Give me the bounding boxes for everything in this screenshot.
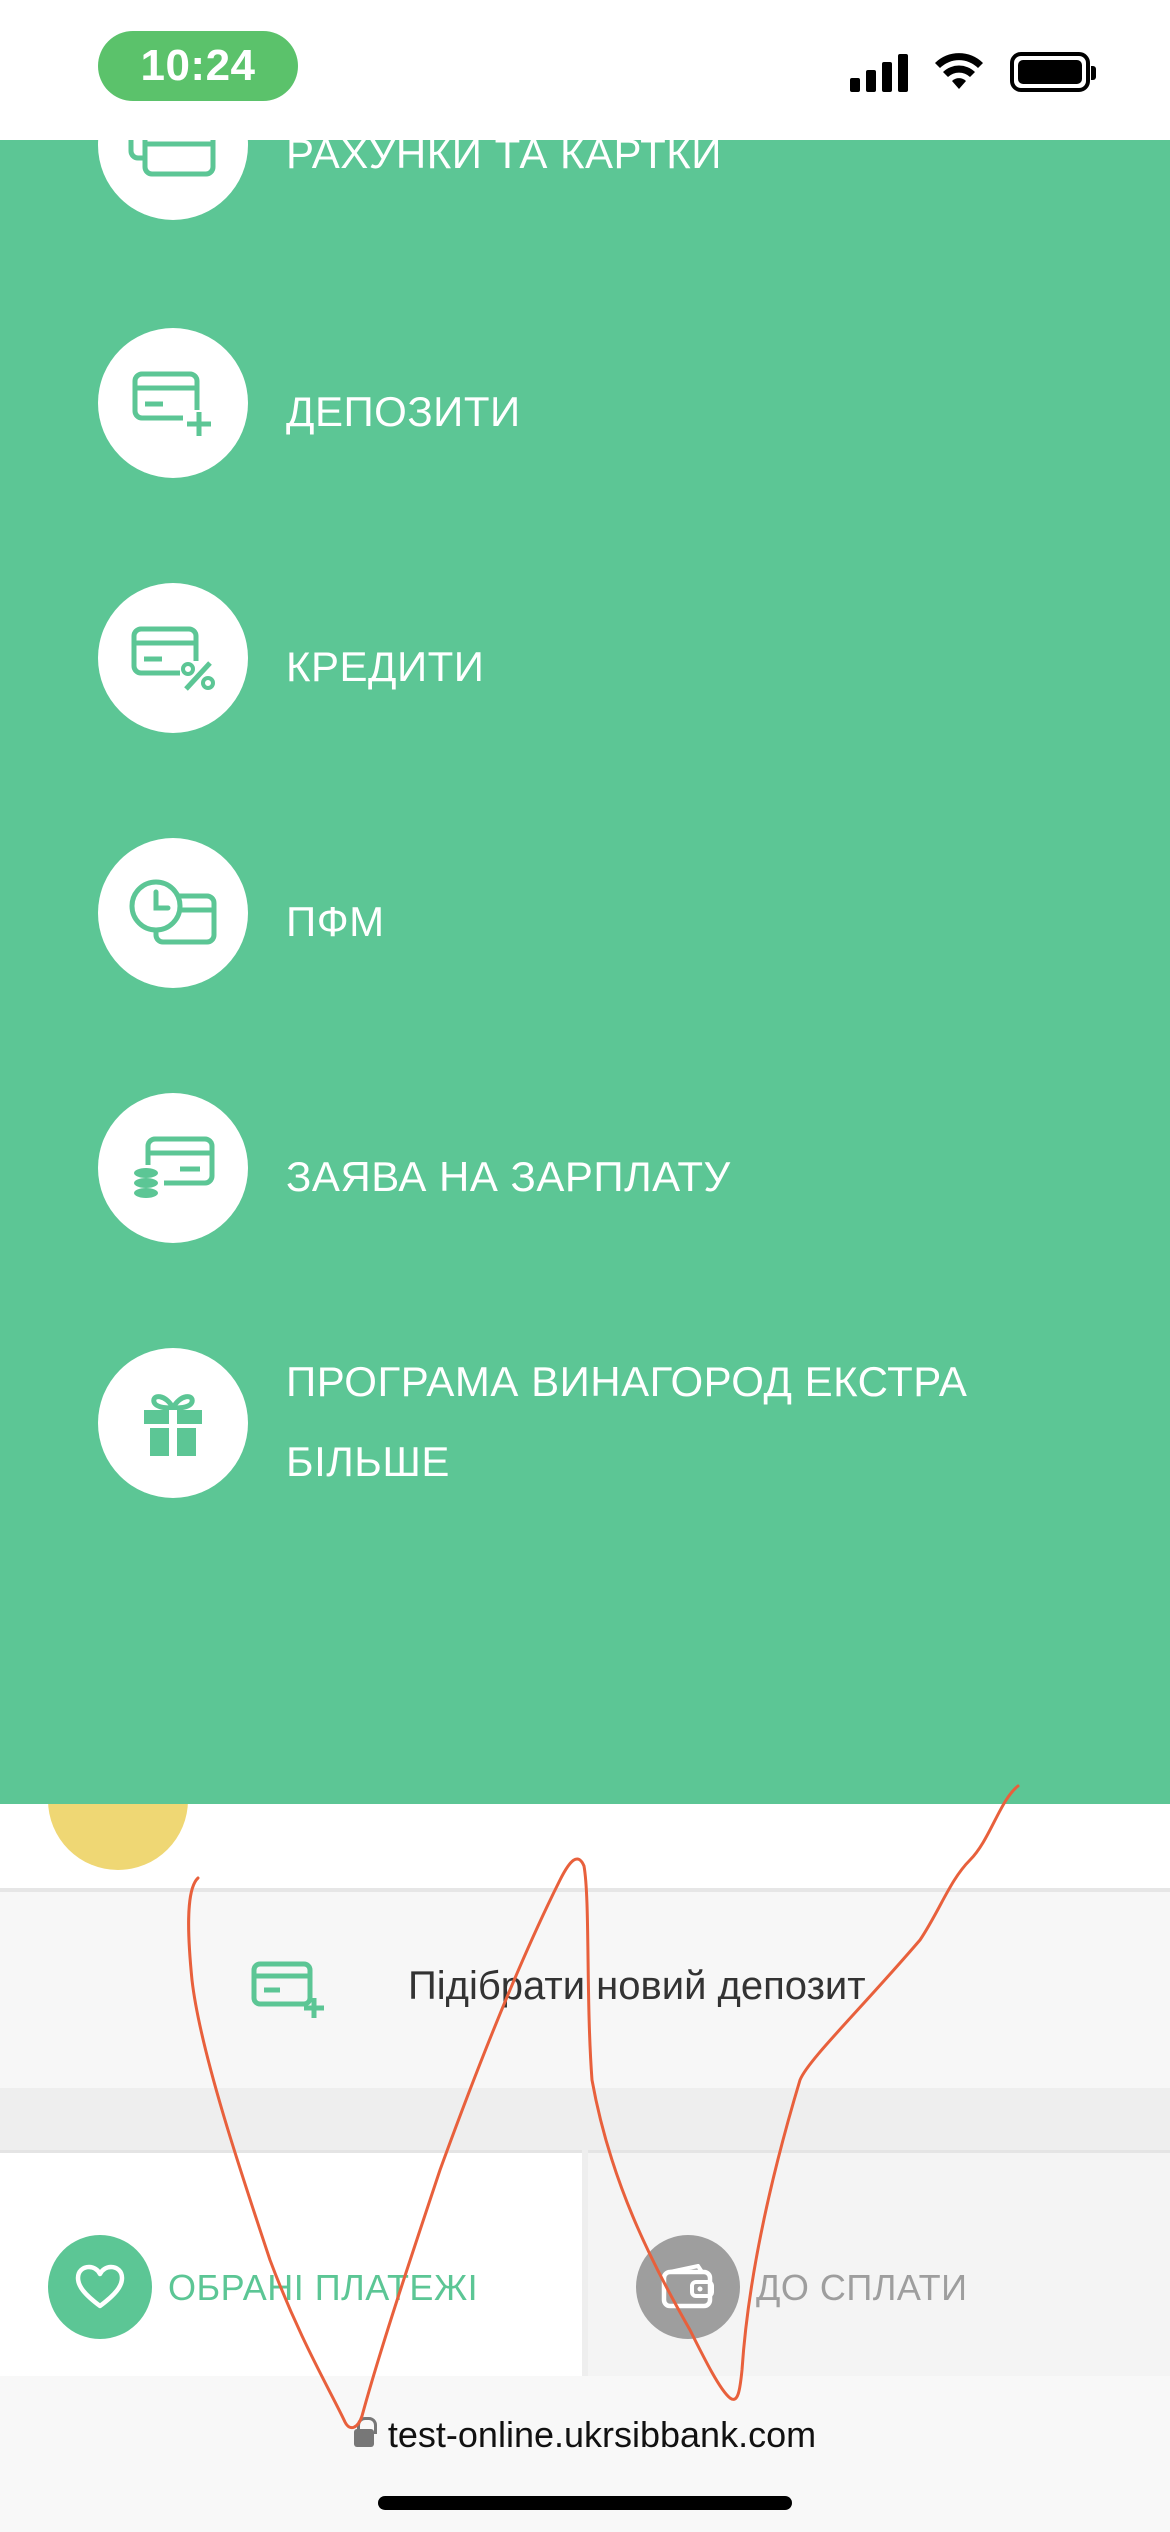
home-indicator[interactable] <box>378 2496 792 2510</box>
browser-url-bar[interactable]: test-online.ukrsibbank.com <box>0 2376 1170 2532</box>
heart-icon <box>48 2235 152 2339</box>
tab-favorite-payments-label: ОБРАНІ ПЛАТЕЖІ <box>168 2267 479 2308</box>
card-plus-icon <box>251 1961 324 2018</box>
navigation-menu: РАХУНКИ ТА КАРТКИ ДЕПОЗИТИ КРЕДИТИ ПФМ З… <box>0 140 1170 1804</box>
tab-favorite-payments[interactable]: ОБРАНІ ПЛАТЕЖІ <box>0 2150 582 2376</box>
menu-item-label: РАХУНКИ ТА КАРТКИ <box>286 140 722 177</box>
tab-to-pay-label: ДО СПЛАТИ <box>756 2267 968 2308</box>
menu-item-label: КРЕДИТИ <box>286 643 485 690</box>
new-deposit-button[interactable]: Підібрати новий депозит <box>0 1892 1170 2088</box>
status-icons <box>850 52 1096 92</box>
cellular-signal-icon <box>850 52 908 92</box>
menu-item-label: ЗАЯВА НА ЗАРПЛАТУ <box>286 1153 731 1200</box>
clock-card-icon <box>98 838 248 988</box>
url-text: test-online.ukrsibbank.com <box>387 2414 817 2455</box>
menu-item-label: ДЕПОЗИТИ <box>286 388 521 435</box>
bottom-tabs: ОБРАНІ ПЛАТЕЖІ ДО СПЛАТИ <box>0 2150 1170 2376</box>
new-deposit-label: Підібрати новий депозит <box>408 1964 866 2008</box>
wallet-icon <box>636 2235 740 2339</box>
url-display[interactable]: test-online.ukrsibbank.com <box>0 2414 1170 2456</box>
status-time[interactable]: 10:24 <box>98 31 298 101</box>
status-bar: 10:24 <box>0 0 1170 140</box>
menu-item-credits[interactable]: КРЕДИТИ <box>98 583 1098 733</box>
section-separator <box>0 2088 1170 2150</box>
menu-item-label: ПРОГРАМА ВИНАГОРОД ЕКСТРА БІЛЬШЕ <box>286 1358 968 1485</box>
menu-item-rewards-program[interactable]: ПРОГРАМА ВИНАГОРОД ЕКСТРА БІЛЬШЕ <box>98 1348 1098 1498</box>
menu-item-salary-application[interactable]: ЗАЯВА НА ЗАРПЛАТУ <box>98 1093 1098 1243</box>
menu-item-label: ПФМ <box>286 898 385 945</box>
menu-item-deposits[interactable]: ДЕПОЗИТИ <box>98 328 1098 478</box>
menu-item-accounts-cards[interactable]: РАХУНКИ ТА КАРТКИ <box>98 140 1098 220</box>
tab-to-pay[interactable]: ДО СПЛАТИ <box>588 2150 1170 2376</box>
card-percent-icon <box>98 583 248 733</box>
lock-icon <box>353 2417 377 2449</box>
card-plus-icon <box>98 328 248 478</box>
menu-item-pfm[interactable]: ПФМ <box>98 838 1098 988</box>
gift-icon <box>98 1348 248 1498</box>
card-coins-icon <box>98 1093 248 1243</box>
wifi-icon <box>935 53 983 89</box>
battery-icon <box>1010 52 1096 92</box>
cards-icon <box>98 140 248 220</box>
